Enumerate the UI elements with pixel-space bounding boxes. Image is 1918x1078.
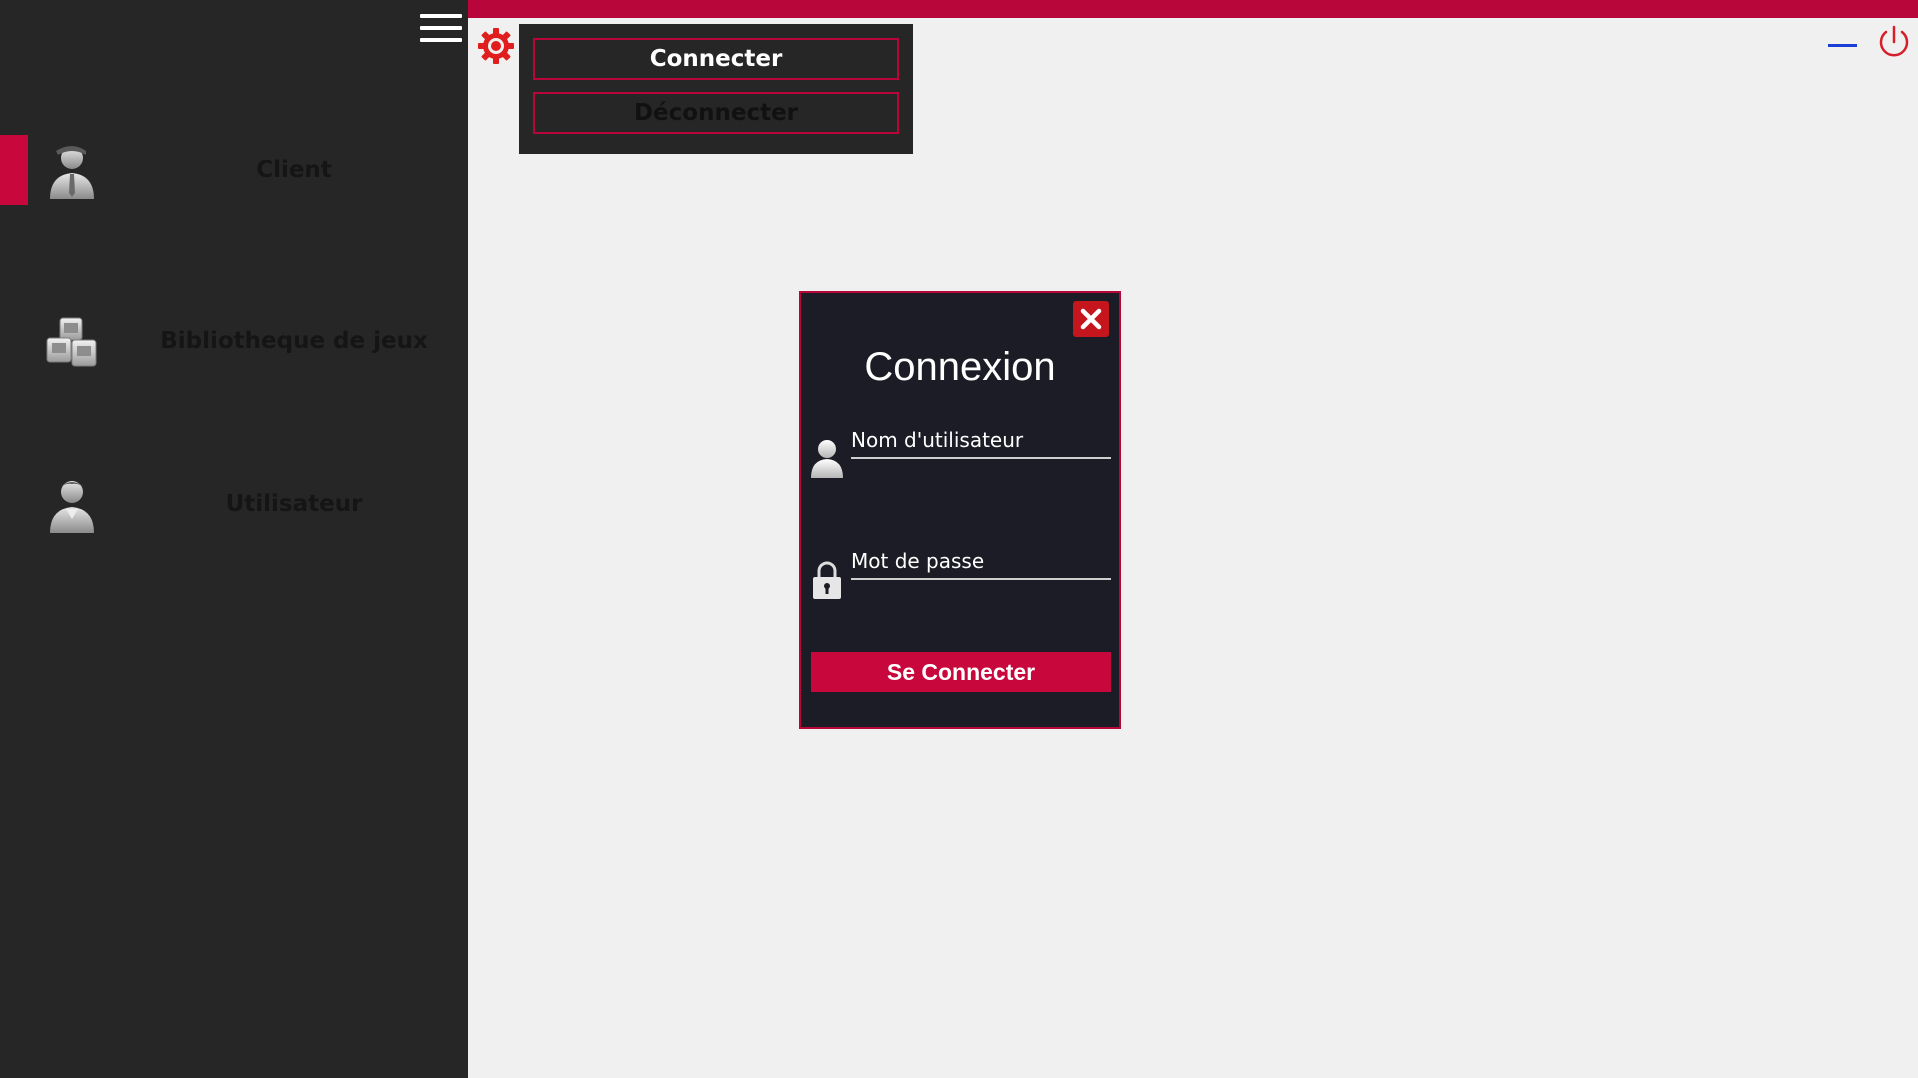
hamburger-icon[interactable] [420,14,462,46]
top-accent-bar [468,0,1918,18]
hamburger-line [420,38,462,42]
close-icon[interactable] [1073,301,1109,337]
sidebar-item-label: Utilisateur [225,491,363,517]
sidebar: Client Bibliotheque de jeux Utilisateur [0,0,468,1078]
settings-dropdown: Connecter Déconnecter [519,24,913,154]
disconnect-menu-item[interactable]: Déconnecter [533,92,899,134]
user-icon [50,481,94,533]
minimize-line [1828,44,1857,47]
lock-icon [813,561,841,599]
sidebar-item-label: Client [256,157,332,183]
hamburger-line [420,26,462,30]
client-icon [50,146,94,199]
sidebar-item-label: Bibliotheque de jeux [160,328,428,354]
game-library-icon [46,317,97,367]
connect-menu-item[interactable]: Connecter [533,38,899,80]
active-indicator [0,135,28,205]
dialog-title: Connexion [864,345,1056,389]
hamburger-line [420,14,462,18]
power-icon[interactable] [1876,24,1912,62]
password-input[interactable] [851,544,1111,580]
minimize-icon[interactable] [1828,32,1858,48]
sidebar-item-user[interactable]: Utilisateur [0,469,468,539]
username-input[interactable] [851,423,1111,459]
sidebar-item-client[interactable]: Client [0,135,468,205]
login-dialog: Connexion Se Connecter [799,291,1121,729]
person-icon [811,440,843,478]
gear-icon[interactable] [476,26,516,66]
sidebar-item-game-library[interactable]: Bibliotheque de jeux [0,306,468,376]
login-submit-button[interactable]: Se Connecter [811,652,1111,692]
